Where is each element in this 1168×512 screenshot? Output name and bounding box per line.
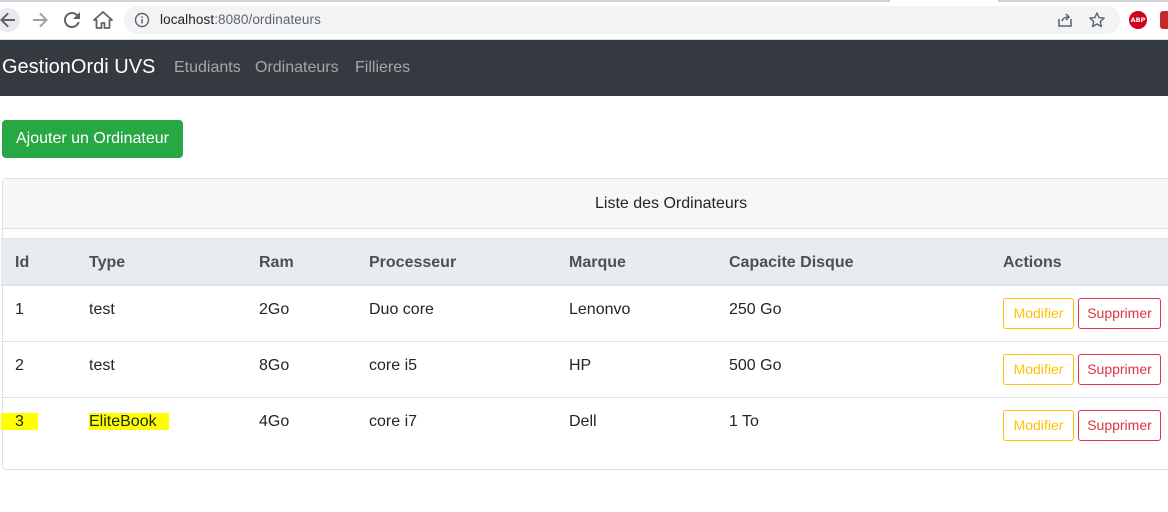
table-row: 3 EliteBook 4Go core i7 Dell 1 To Modifi… bbox=[1, 398, 1168, 454]
modifier-button[interactable]: Modifier bbox=[1003, 410, 1074, 441]
url-text[interactable]: localhost:8080/ordinateurs bbox=[160, 12, 321, 27]
url-path: :8080/ordinateurs bbox=[214, 12, 321, 27]
card-header: Liste des Ordinateurs bbox=[3, 179, 1168, 229]
nav-link-etudiants[interactable]: Etudiants bbox=[174, 59, 241, 77]
forward-arrow-icon[interactable] bbox=[28, 8, 52, 32]
highlight-mark: 3 bbox=[1, 413, 38, 430]
url-host: localhost bbox=[160, 12, 215, 27]
cell-capacite: 250 Go bbox=[729, 301, 782, 318]
cell-processeur: Duo core bbox=[369, 301, 434, 318]
cell-id: 1 bbox=[15, 301, 24, 318]
home-icon[interactable] bbox=[91, 8, 115, 32]
cell-type: test bbox=[89, 357, 115, 374]
highlight-mark: EliteBook bbox=[89, 413, 169, 430]
column-header-marque: Marque bbox=[569, 254, 626, 271]
column-header-actions: Actions bbox=[1003, 254, 1062, 271]
bookmark-star-icon[interactable] bbox=[1088, 11, 1106, 29]
address-bar[interactable]: localhost:8080/ordinateurs bbox=[124, 6, 1120, 34]
cell-capacite: 1 To bbox=[729, 413, 759, 430]
adblock-icon[interactable]: ABP bbox=[1129, 11, 1147, 29]
pdf-extension-icon[interactable] bbox=[1160, 11, 1168, 29]
cell-marque: Dell bbox=[569, 413, 597, 430]
card-title: Liste des Ordinateurs bbox=[595, 195, 748, 212]
cell-type: EliteBook bbox=[89, 413, 169, 431]
cell-id: 2 bbox=[15, 357, 24, 374]
cell-processeur: core i7 bbox=[369, 413, 418, 430]
cell-marque: Lenonvo bbox=[569, 301, 631, 318]
reload-icon[interactable] bbox=[60, 8, 84, 32]
tab-strip-edge-right bbox=[998, 0, 1168, 2]
supprimer-button[interactable]: Supprimer bbox=[1078, 354, 1161, 385]
column-header-processeur: Processeur bbox=[369, 254, 457, 271]
cell-marque: HP bbox=[569, 357, 592, 374]
cell-type: test bbox=[89, 301, 115, 318]
modifier-button[interactable]: Modifier bbox=[1003, 298, 1074, 329]
cell-ram: 2Go bbox=[259, 301, 290, 318]
back-arrow-icon[interactable] bbox=[0, 8, 20, 32]
nav-link-ordinateurs[interactable]: Ordinateurs bbox=[255, 59, 339, 77]
cell-id: 3 bbox=[1, 413, 38, 431]
browser-toolbar: localhost:8080/ordinateurs ABP bbox=[0, 0, 1168, 40]
cell-processeur: core i5 bbox=[369, 357, 418, 374]
cell-ram: 8Go bbox=[259, 357, 290, 374]
column-header-type: Type bbox=[89, 254, 126, 271]
tab-strip-edge bbox=[0, 0, 890, 2]
table-row: 1 test 2Go Duo core Lenonvo 250 Go Modif… bbox=[1, 286, 1168, 342]
share-icon[interactable] bbox=[1056, 11, 1074, 29]
cell-capacite: 500 Go bbox=[729, 357, 782, 374]
column-header-id: Id bbox=[15, 254, 30, 271]
supprimer-button[interactable]: Supprimer bbox=[1078, 410, 1161, 441]
column-header-capacite: Capacite Disque bbox=[729, 254, 854, 271]
navbar-brand[interactable]: GestionOrdi UVS bbox=[2, 56, 155, 79]
site-info-icon[interactable] bbox=[134, 12, 150, 28]
table-row: 2 test 8Go core i5 HP 500 Go Modifier Su… bbox=[1, 342, 1168, 398]
modifier-button[interactable]: Modifier bbox=[1003, 354, 1074, 385]
cell-ram: 4Go bbox=[259, 413, 290, 430]
table-header: Id Type Ram Processeur Marque Capacite D… bbox=[1, 238, 1168, 286]
supprimer-button[interactable]: Supprimer bbox=[1078, 298, 1161, 329]
navbar: GestionOrdi UVS Etudiants Ordinateurs Fi… bbox=[0, 40, 1168, 96]
add-ordinateur-button[interactable]: Ajouter un Ordinateur bbox=[2, 120, 183, 158]
nav-link-fillieres[interactable]: Fillieres bbox=[355, 59, 410, 77]
column-header-ram: Ram bbox=[259, 254, 294, 271]
